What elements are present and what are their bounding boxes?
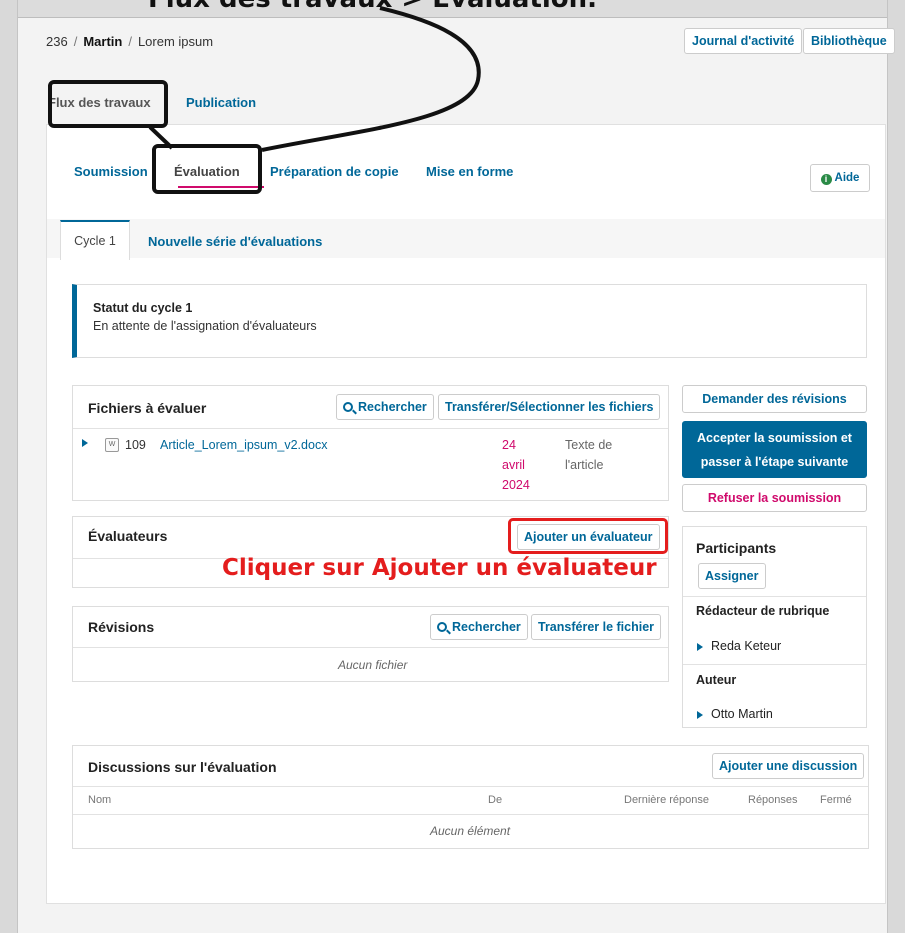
participant-role-author: Auteur [696, 673, 737, 687]
tab-production[interactable]: Mise en forme [426, 164, 513, 179]
grid-divider [73, 814, 868, 815]
accept-submission-button[interactable]: Accepter la soumission et passer à l'éta… [682, 421, 867, 478]
review-files-title: Fichiers à évaluer [88, 400, 207, 416]
column-name[interactable]: Nom [88, 794, 111, 806]
status-title: Statut du cycle 1 [93, 301, 193, 315]
top-caption: Flux des travaux > Évaluation. [148, 0, 597, 14]
window-left-edge [0, 0, 18, 933]
participants-divider [683, 596, 866, 597]
accept-label-line2: passer à l'étape suivante [700, 455, 849, 469]
breadcrumb-id[interactable]: 236 [46, 34, 68, 49]
page: 236 / Martin / Lorem ipsum Journal d'activit… [18, 18, 895, 933]
participants-title: Participants [696, 540, 777, 556]
revisions-empty-text: Aucun fichier [338, 658, 408, 672]
accept-label-line1: Accepter la soumission et [697, 431, 852, 445]
participant-name[interactable]: Reda Keteur [711, 639, 781, 653]
revisions-title: Révisions [88, 619, 155, 635]
request-revisions-button[interactable]: Demander des révisions [682, 385, 867, 413]
participant-role-section-editor: Rédacteur de rubrique [696, 604, 830, 618]
tab-cycle-1[interactable]: Cycle 1 [60, 220, 130, 260]
discussions-title: Discussions sur l'évaluation [88, 759, 277, 775]
grid-divider [73, 786, 868, 787]
file-date-day: 24 [502, 438, 516, 452]
review-files-search-button[interactable]: Rechercher [336, 394, 434, 420]
breadcrumb-separator: / [73, 34, 78, 49]
status-text: En attente de l'assignation d'évaluateur… [93, 319, 317, 333]
add-discussion-button[interactable]: Ajouter une discussion [712, 753, 865, 779]
annotation-caption: Cliquer sur Ajouter un évaluateur [222, 555, 657, 581]
grid-divider [73, 647, 668, 648]
highlight-add-reviewer [508, 518, 668, 554]
file-date-month: avril [502, 458, 525, 472]
tab-submission[interactable]: Soumission [74, 164, 148, 179]
upload-select-files-button[interactable]: Transférer/Sélectionner les fichiers [438, 394, 661, 420]
search-label: Rechercher [358, 400, 427, 414]
column-closed[interactable]: Fermé [820, 794, 852, 806]
participants-divider [683, 664, 866, 665]
breadcrumb: 236 / Martin / Lorem ipsum [46, 34, 213, 49]
search-icon [343, 402, 353, 412]
breadcrumb-author: Martin [83, 34, 123, 49]
expand-participant-icon[interactable] [697, 643, 703, 651]
file-name-link[interactable]: Article_Lorem_ipsum_v2.docx [160, 438, 327, 452]
tab-publication[interactable]: Publication [186, 95, 256, 110]
help-label: Aide [834, 172, 860, 184]
column-replies[interactable]: Réponses [748, 794, 798, 806]
info-icon: i [820, 174, 832, 185]
file-type-line1: Texte de [565, 438, 613, 452]
window-right-edge [887, 0, 905, 933]
new-review-round-link[interactable]: Nouvelle série d'évaluations [148, 234, 322, 249]
reviewers-title: Évaluateurs [88, 528, 168, 544]
file-id: 109 [125, 438, 146, 452]
participants-panel [682, 526, 867, 728]
file-type-line2: l'article [565, 458, 604, 472]
expand-participant-icon[interactable] [697, 711, 703, 719]
breadcrumb-separator: / [128, 34, 132, 49]
column-from[interactable]: De [488, 794, 502, 806]
library-button[interactable]: Bibliothèque [803, 28, 895, 54]
file-date-year: 2024 [502, 478, 530, 492]
discussions-empty-text: Aucun élément [430, 824, 511, 838]
tab-copyediting[interactable]: Préparation de copie [270, 164, 399, 179]
activity-log-button[interactable]: Journal d'activité [684, 28, 803, 54]
document-icon: W [105, 438, 119, 452]
column-last-reply[interactable]: Dernière réponse [624, 794, 709, 806]
highlight-review-tab [152, 144, 262, 194]
breadcrumb-title: Lorem ipsum [137, 34, 214, 49]
decline-submission-button[interactable]: Refuser la soumission [682, 484, 867, 512]
help-button[interactable]: i Aide [810, 164, 870, 192]
grid-divider [73, 428, 668, 429]
search-label: Rechercher [452, 620, 521, 634]
expand-row-icon[interactable] [82, 439, 88, 447]
highlight-workflow-tab [48, 80, 168, 128]
search-icon [437, 622, 447, 632]
participant-name[interactable]: Otto Martin [711, 707, 773, 721]
assign-participant-button[interactable]: Assigner [698, 563, 766, 589]
upload-file-button[interactable]: Transférer le fichier [531, 614, 662, 640]
round-status-notice: Statut du cycle 1 En attente de l'assign… [72, 284, 867, 358]
revisions-search-button[interactable]: Rechercher [430, 614, 528, 640]
